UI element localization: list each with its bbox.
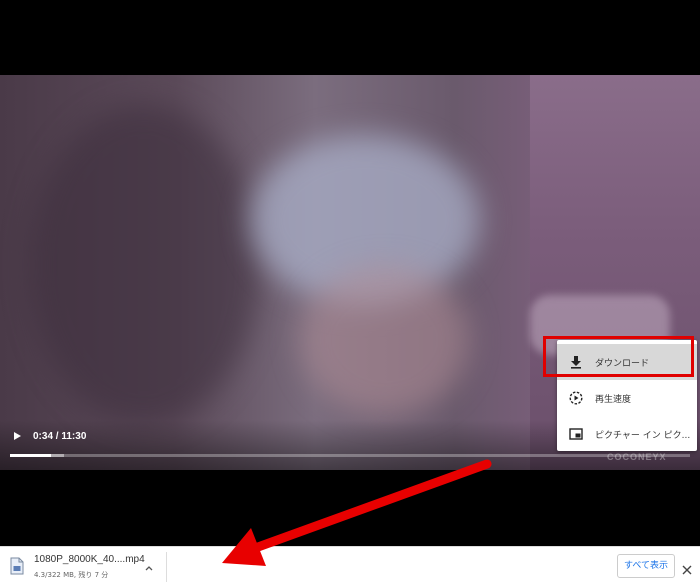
chevron-up-icon (145, 566, 153, 571)
download-file-name[interactable]: 1080P_8000K_40....mp4 (34, 554, 145, 565)
menu-item-playback-speed[interactable]: 再生速度 (557, 380, 697, 416)
download-shelf: 1080P_8000K_40....mp4 4.3/322 MB, 残り 7 分… (0, 546, 700, 586)
close-download-shelf-button[interactable] (682, 560, 692, 575)
progress-played (10, 454, 51, 457)
download-status: 4.3/322 MB, 残り 7 分 (34, 571, 109, 579)
file-icon (10, 557, 24, 575)
video-player[interactable]: 0:34 / 11:30 COCONEYX ダウンロード 再生速度 ピクチャー … (0, 0, 700, 546)
annotation-highlight-box (543, 336, 694, 377)
video-content-blur (30, 105, 260, 425)
progress-bar[interactable] (10, 454, 690, 457)
download-options-button[interactable] (143, 559, 155, 571)
menu-item-label: ピクチャー イン ピク... (595, 430, 691, 441)
show-all-button[interactable]: すべて表示 (617, 554, 675, 578)
divider (166, 552, 167, 582)
menu-item-picture-in-picture[interactable]: ピクチャー イン ピク... (557, 416, 697, 452)
menu-item-label: 再生速度 (595, 394, 632, 405)
watermark: COCONEYX (607, 452, 667, 462)
time-display: 0:34 / 11:30 (33, 431, 87, 442)
playback-speed-icon (569, 391, 583, 405)
play-icon (14, 432, 21, 440)
picture-in-picture-icon (569, 428, 583, 440)
close-icon (682, 565, 692, 575)
play-button[interactable] (11, 430, 25, 444)
video-content-blur (300, 265, 470, 415)
